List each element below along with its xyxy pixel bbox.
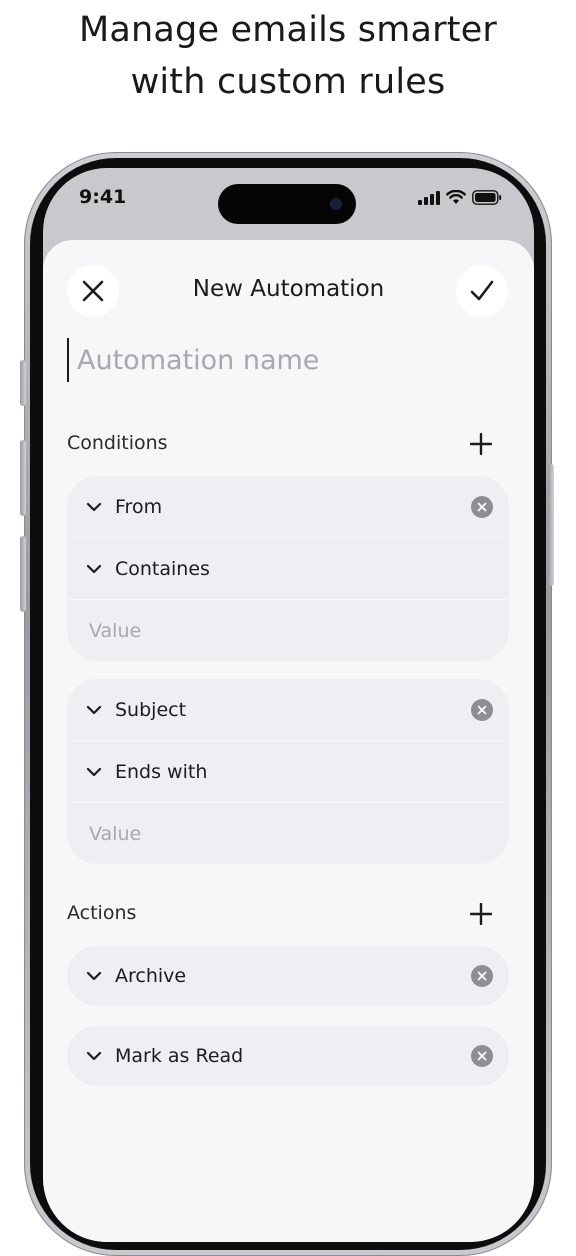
status-time: 9:41 — [79, 186, 127, 208]
chevron-down-icon — [85, 1047, 103, 1065]
volume-down-button — [20, 536, 26, 612]
headline-line-1: Manage emails smarter — [78, 10, 498, 50]
plus-icon — [470, 433, 492, 455]
close-icon — [477, 502, 487, 511]
dynamic-island — [218, 184, 356, 224]
camera-icon — [330, 198, 342, 210]
condition-operator-label: Ends with — [115, 760, 208, 783]
action-card: Archive — [67, 946, 509, 1006]
automation-sheet: New Automation Conditions From — [43, 240, 534, 1242]
chevron-down-icon — [85, 498, 103, 516]
headline-line-2: with custom rules — [130, 62, 446, 102]
remove-condition-button[interactable] — [471, 698, 493, 721]
battery-icon — [472, 190, 502, 205]
action-label: Mark as Read — [115, 1045, 244, 1067]
condition-value-row — [67, 803, 509, 864]
close-icon — [477, 971, 487, 981]
action-dropdown[interactable]: Archive — [67, 946, 509, 1006]
action-dropdown[interactable]: Mark as Read — [67, 1026, 509, 1086]
chevron-down-icon — [85, 967, 103, 985]
condition-operator-dropdown[interactable]: Ends with — [67, 741, 509, 803]
phone-screen: 9:41 New Automation Automation name Cond… — [43, 168, 534, 1242]
condition-card: Subject Ends with — [67, 679, 509, 864]
checkmark-icon — [470, 280, 494, 301]
condition-value-input[interactable] — [87, 618, 471, 643]
chevron-down-icon — [85, 560, 103, 578]
condition-field-label: From — [115, 495, 163, 518]
signal-icon — [418, 190, 440, 205]
close-icon — [477, 705, 487, 714]
remove-action-button[interactable] — [471, 1045, 493, 1067]
add-condition-button[interactable] — [467, 430, 495, 458]
remove-action-button[interactable] — [471, 965, 493, 987]
chevron-down-icon — [85, 763, 103, 781]
condition-field-dropdown[interactable]: From — [67, 476, 509, 538]
wifi-icon — [446, 190, 466, 204]
automation-name-input[interactable] — [67, 338, 497, 382]
power-button — [548, 464, 554, 586]
close-icon — [477, 1051, 487, 1061]
marketing-headline: Manage emails smarter with custom rules — [0, 4, 576, 108]
status-icons — [418, 190, 502, 205]
condition-value-row — [67, 600, 509, 661]
volume-up-button — [20, 440, 26, 516]
plus-icon — [470, 903, 492, 925]
condition-field-dropdown[interactable]: Subject — [67, 679, 509, 741]
confirm-button[interactable] — [456, 265, 508, 317]
remove-condition-button[interactable] — [471, 495, 493, 518]
conditions-label: Conditions — [67, 432, 168, 454]
action-label: Archive — [115, 965, 187, 987]
action-button — [20, 360, 26, 406]
condition-value-input[interactable] — [87, 821, 471, 846]
condition-operator-label: Containes — [115, 557, 210, 580]
action-card: Mark as Read — [67, 1026, 509, 1086]
add-action-button[interactable] — [467, 900, 495, 928]
condition-card: From Containes — [67, 476, 509, 661]
chevron-down-icon — [85, 701, 103, 719]
actions-label: Actions — [67, 902, 137, 924]
condition-field-label: Subject — [115, 698, 187, 721]
condition-operator-dropdown[interactable]: Containes — [67, 538, 509, 600]
